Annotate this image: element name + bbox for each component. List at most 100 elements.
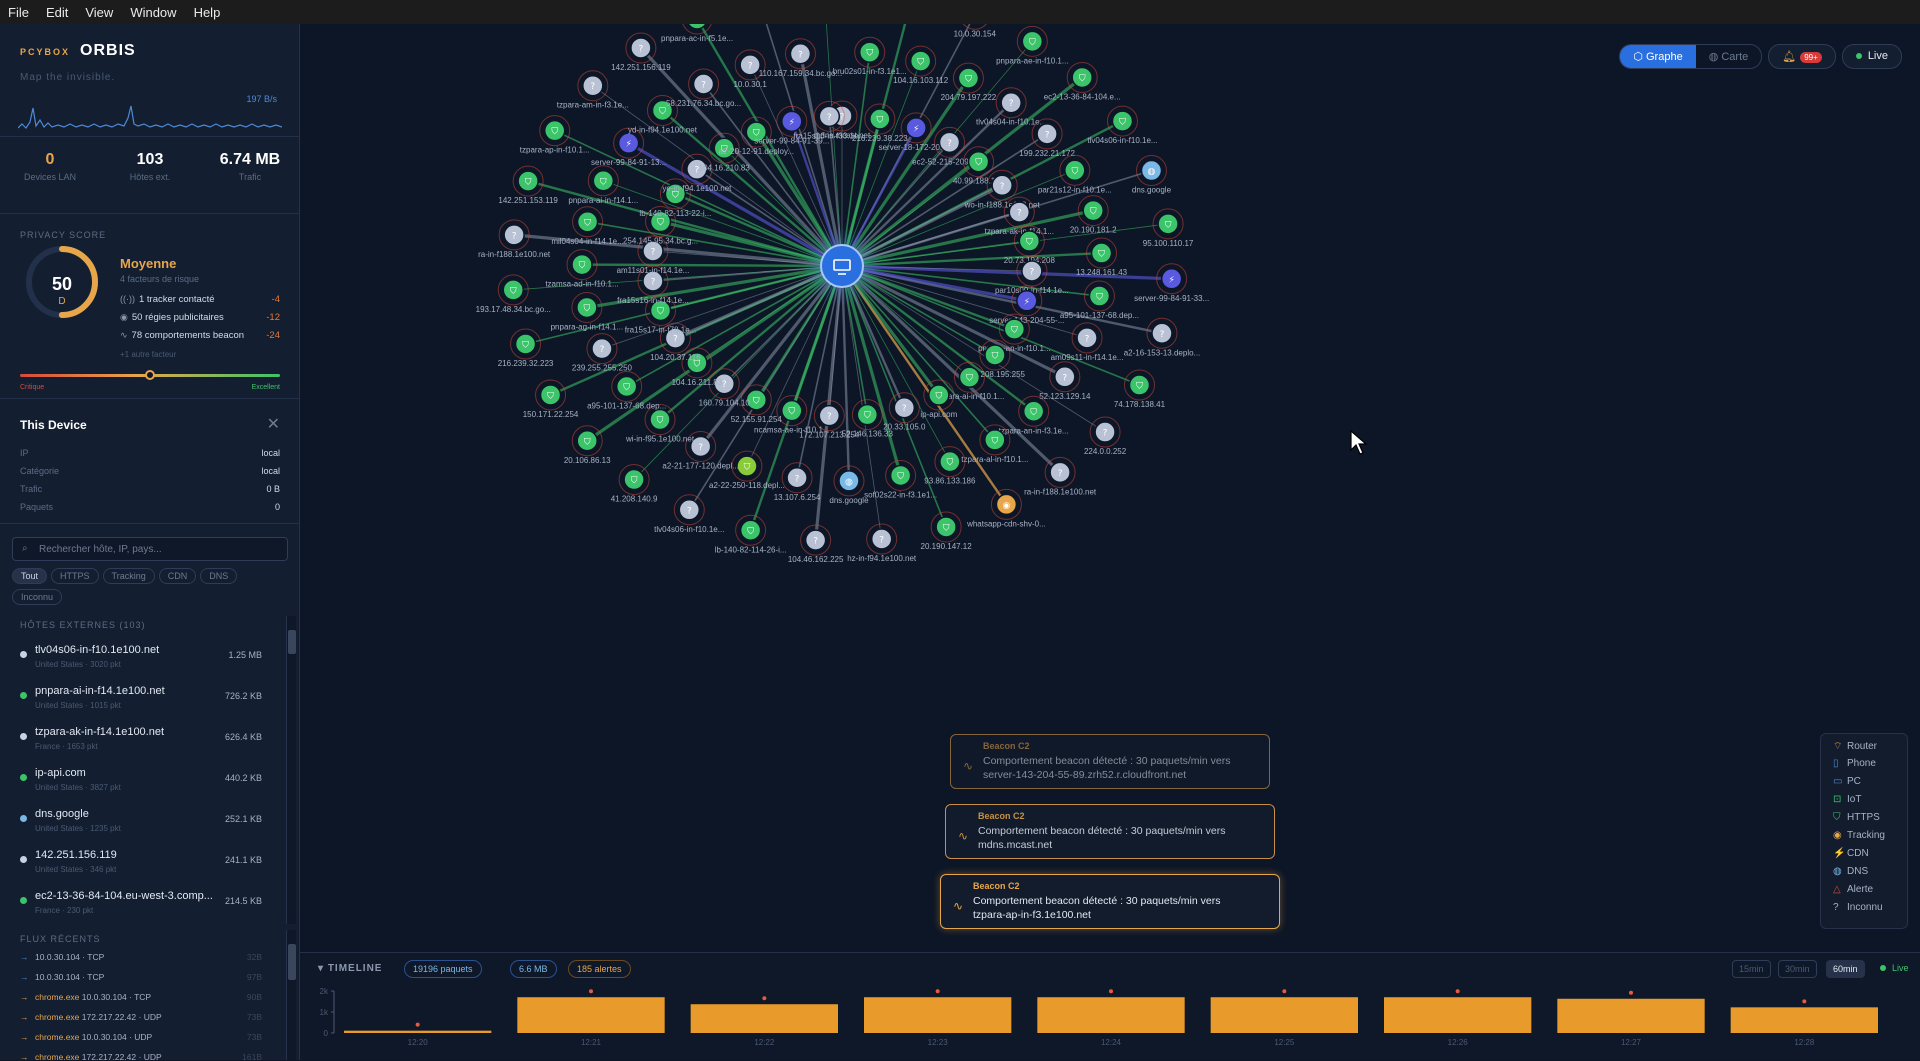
timeline-bar[interactable] (1037, 997, 1184, 1033)
timeline-chart[interactable]: 2k1k012:2012:2112:2212:2312:2412:2512:26… (300, 981, 1920, 1061)
host-node[interactable]: ?ye-in-f94.1e100.net (662, 154, 732, 193)
host-node[interactable]: ⛉ec2-13-36-84-104.e... (1044, 62, 1121, 101)
timeline-bar[interactable] (1384, 997, 1531, 1033)
host-row[interactable]: 142.251.156.119 United States · 346 pkt … (0, 841, 284, 882)
menu-file[interactable]: File (8, 5, 29, 20)
host-node[interactable]: ?tzpara-am-in-f3.1e... (557, 71, 629, 110)
host-node[interactable]: ?tlv04s06-in-f10.1e... (654, 495, 724, 534)
host-node[interactable]: ⛉95.100.110.17 (1143, 209, 1194, 248)
menu-edit[interactable]: Edit (46, 5, 68, 20)
alert-toast[interactable]: ∿ Beacon C2 Comportement beacon détecté … (950, 734, 1270, 789)
flow-row[interactable]: → chrome.exe 10.0.30.104 · UDP 73B (0, 1028, 284, 1048)
host-row[interactable]: pnpara-ai-in-f14.1e100.net United States… (0, 677, 284, 718)
host-node[interactable]: ⚡server-99-84-91-33... (1134, 264, 1209, 303)
filter-cdn[interactable]: CDN (159, 568, 197, 584)
alert-toast[interactable]: ∿ Beacon C2 Comportement beacon détecté … (940, 874, 1280, 929)
range-60min[interactable]: 60min (1826, 960, 1865, 978)
host-node[interactable]: ⛉204.79.197.222 (941, 63, 997, 102)
timeline-bar[interactable] (1557, 999, 1704, 1033)
host-node[interactable]: ⛉104.16.103.112 (893, 46, 949, 85)
hosts-scrollbar[interactable] (286, 616, 296, 924)
host-node[interactable]: ⛉pnpara-ag-in-f14.1... (551, 292, 624, 331)
menu-window[interactable]: Window (130, 5, 176, 20)
host-row[interactable]: tzpara-ak-in-f14.1e100.net France · 1653… (0, 718, 284, 759)
host-node[interactable]: ⛉74.178.138.41 (1114, 370, 1166, 409)
host-node[interactable]: ⛉tzamsa-ad-in-f10.1... (545, 250, 618, 289)
notifications-button[interactable]: 🔔︎99+ (1768, 44, 1836, 69)
host-node[interactable]: ⛉lb-140-82-114-26-i... (715, 515, 787, 554)
range-30min[interactable]: 30min (1778, 960, 1817, 978)
filter-tracking[interactable]: Tracking (103, 568, 155, 584)
timeline-bar[interactable] (864, 997, 1011, 1033)
host-node[interactable]: ?am09s11-in-f14.1e... (1051, 323, 1124, 362)
timeline-bar[interactable] (1731, 1007, 1878, 1033)
search-input[interactable] (39, 541, 279, 558)
host-row[interactable]: tlv04s06-in-f10.1e100.net United States … (0, 636, 284, 677)
menu-view[interactable]: View (85, 5, 113, 20)
node-label: ye-in-f94.1e100.net (662, 184, 732, 193)
tab-graph[interactable]: ⬡ Graphe (1620, 45, 1695, 68)
flow-row[interactable]: → chrome.exe 172.217.22.42 · UDP 73B (0, 1008, 284, 1028)
host-node[interactable]: ⛉tzpara-ap-in-f10.1... (520, 116, 590, 155)
host-node[interactable]: ⛉20.106.86.13 (564, 426, 611, 465)
host-node[interactable]: ⛉tlv04s06-in-f10.1e... (1087, 106, 1157, 145)
host-node[interactable]: ⛉a95-101-137-68.dep... (1060, 281, 1139, 320)
tab-map[interactable]: ◍ Carte (1696, 45, 1762, 68)
node-label: a2-21-177-120.depl... (662, 461, 739, 470)
timeline-bar[interactable] (517, 997, 664, 1033)
timeline-bar[interactable] (1211, 997, 1358, 1033)
beacon-icon: ∿ (958, 829, 968, 843)
filter-dns[interactable]: DNS (200, 568, 237, 584)
host-node[interactable]: ?ra-in-f188.1e100.net (478, 220, 551, 259)
timeline-title[interactable]: ▾ TIMELINE (318, 963, 382, 974)
host-node[interactable]: ?104.46.162.225 (788, 525, 844, 564)
flow-row[interactable]: → chrome.exe 172.217.22.42 · UDP 161B (0, 1048, 284, 1060)
host-node[interactable]: ⛉41.208.140.9 (611, 465, 658, 504)
host-node[interactable]: ?110.167.159.34.bc.go... (759, 39, 842, 78)
host-row[interactable]: ip-api.com United States · 3827 pkt 440.… (0, 759, 284, 800)
host-node[interactable]: ⛉pnpara-ai-in-f14.1... (568, 166, 638, 205)
node-type-icon: ? (827, 113, 832, 123)
flows-scrollbar[interactable] (286, 930, 296, 1060)
host-row[interactable]: dns.google United States · 1235 pkt 252.… (0, 800, 284, 841)
timeline-bar[interactable] (344, 1031, 491, 1033)
close-icon[interactable]: ✕ (267, 414, 280, 434)
host-node[interactable]: ⛉20.190.147.12 (921, 512, 973, 551)
host-node[interactable]: ⛉193.17.48.34.bc.go... (476, 275, 551, 314)
host-node[interactable]: ⛉pnpara-ae-in-f10.1... (996, 26, 1068, 65)
flow-text: chrome.exe 10.0.30.104 · UDP (35, 1032, 152, 1042)
host-node[interactable]: ⛉13.248.161.43 (1076, 238, 1128, 277)
host-row[interactable]: ec2-13-36-84-104.eu-west-3.comp... Franc… (0, 882, 284, 923)
host-node[interactable]: ⛉93.86.133.186 (924, 447, 976, 486)
host-node[interactable]: ◍dns.google (829, 466, 869, 505)
menu-help[interactable]: Help (194, 5, 221, 20)
scroll-thumb[interactable] (288, 944, 296, 980)
host-node[interactable]: ⛉216.239.32.223 (498, 329, 554, 368)
node-type-icon: ? (879, 536, 884, 546)
filter-unknown[interactable]: Inconnu (12, 589, 62, 605)
scroll-thumb[interactable] (288, 630, 296, 654)
host-node[interactable]: ⛉a2-22-250-118.depl... (709, 451, 785, 490)
host-node[interactable]: ⛉142.251.153.119 (498, 166, 558, 205)
host-node[interactable]: ⛉pnpara-ac-in-f5.1e... (661, 24, 733, 43)
host-node[interactable]: ?a2-16-153-13.deplo... (1124, 318, 1201, 357)
live-button[interactable]: Live (1842, 44, 1902, 69)
alert-toast[interactable]: ∿ Beacon C2 Comportement beacon détecté … (945, 804, 1275, 859)
node-label: am11s01-in-f14.1e... (617, 266, 690, 275)
host-node[interactable]: ?239.255.255.250 (572, 334, 633, 373)
host-node[interactable]: ⛉par21s12-in-f10.1e... (1038, 155, 1112, 194)
timeline-bar[interactable] (691, 1004, 838, 1033)
flow-row[interactable]: → chrome.exe 10.0.30.104 · TCP 90B (0, 988, 284, 1008)
host-node[interactable]: ⛉a95-101-137-68.dep... (587, 372, 666, 411)
node-label: fra15s17-in-f78.1e... (625, 325, 697, 334)
range-15min[interactable]: 15min (1732, 960, 1771, 978)
filter-all[interactable]: Tout (12, 568, 47, 584)
host-node[interactable]: ?10.0.30.154 (954, 24, 997, 38)
filter-https[interactable]: HTTPS (51, 568, 99, 584)
flow-row[interactable]: → 10.0.30.104 · TCP 32B (0, 948, 284, 968)
this-device-node[interactable] (821, 245, 863, 287)
host-node[interactable]: ?ra-in-f188.1e100.net (1024, 457, 1097, 496)
flow-row[interactable]: → 10.0.30.104 · TCP 97B (0, 968, 284, 988)
host-node[interactable]: ?hz-in-f94.1e100.net (847, 524, 917, 563)
more-factors[interactable]: +1 autre facteur (120, 350, 176, 359)
